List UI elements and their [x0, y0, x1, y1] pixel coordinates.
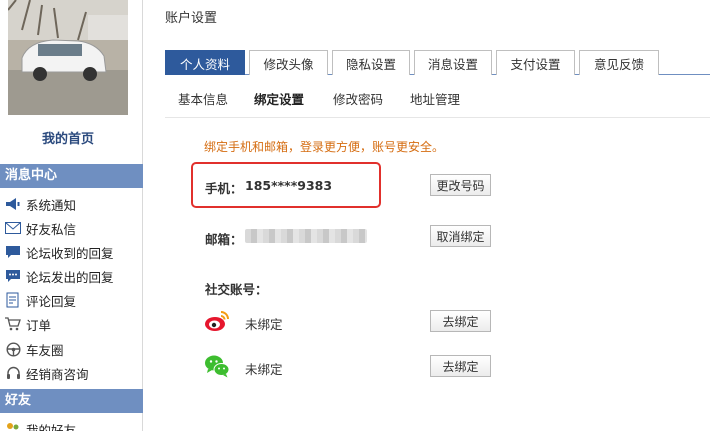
- sidebar-item-orders[interactable]: 订单: [4, 313, 51, 335]
- avatar[interactable]: [8, 0, 128, 115]
- tab-profile[interactable]: 个人资料: [165, 50, 245, 75]
- sidebar-item-label: 评论回复: [26, 293, 77, 309]
- sidebar-item-label: 好友私信: [26, 221, 77, 237]
- social-accounts-label: 社交账号：: [205, 282, 268, 297]
- email-label: 邮箱：: [205, 232, 243, 247]
- sidebar-item-label: 订单: [26, 317, 52, 333]
- wechat-icon: [204, 353, 230, 379]
- cart-icon: [4, 315, 22, 333]
- subtab-binding[interactable]: 绑定设置: [254, 89, 304, 108]
- page-title: 账户设置: [165, 11, 218, 26]
- tab-message-settings[interactable]: 消息设置: [414, 50, 492, 75]
- weibo-status: 未绑定: [245, 317, 283, 332]
- sidebar-item-private-message[interactable]: 好友私信: [4, 217, 76, 239]
- subtab-address[interactable]: 地址管理: [410, 89, 460, 108]
- binding-notice: 绑定手机和邮箱，登录更方便，账号更安全。: [204, 140, 445, 154]
- sidebar-item-dealer-inquiry[interactable]: 经销商咨询: [4, 362, 89, 384]
- tab-privacy[interactable]: 隐私设置: [332, 50, 410, 75]
- bind-weibo-button[interactable]: 去绑定: [430, 310, 491, 332]
- friends-icon: [4, 420, 22, 431]
- sidebar-item-my-friends[interactable]: 我的好友: [4, 418, 76, 431]
- change-phone-button[interactable]: 更改号码: [430, 174, 491, 196]
- phone-label: 手机：: [205, 181, 243, 196]
- envelope-icon: [4, 219, 22, 237]
- email-value-blurred: [245, 229, 367, 243]
- sidebar-item-label: 系统通知: [26, 197, 77, 213]
- subtab-change-password[interactable]: 修改密码: [333, 89, 383, 108]
- steering-wheel-icon: [4, 340, 22, 358]
- sidebar: 我的首页 消息中心 系统通知 好友私信 论坛收到的回复 论坛发出的回复 评论回复: [0, 0, 143, 431]
- bind-wechat-button[interactable]: 去绑定: [430, 355, 491, 377]
- subtab-basic-info[interactable]: 基本信息: [178, 89, 228, 108]
- sidebar-item-forum-received[interactable]: 论坛收到的回复: [4, 241, 114, 263]
- edit-icon: [4, 291, 22, 309]
- megaphone-icon: [4, 195, 22, 213]
- sidebar-item-label: 我的好友: [26, 422, 77, 431]
- friends-header: 好友: [0, 389, 143, 413]
- message-center-header: 消息中心: [0, 164, 143, 188]
- headset-icon: [4, 364, 22, 382]
- chat-in-icon: [4, 243, 22, 261]
- tab-payment[interactable]: 支付设置: [496, 50, 575, 75]
- sidebar-item-system-notice[interactable]: 系统通知: [4, 193, 76, 215]
- profile-subtabs: 基本信息 绑定设置 修改密码 地址管理: [165, 76, 710, 118]
- sidebar-item-label: 论坛收到的回复: [26, 245, 114, 261]
- sidebar-item-label: 车友圈: [26, 342, 64, 358]
- sidebar-item-car-circle[interactable]: 车友圈: [4, 338, 64, 360]
- sidebar-item-forum-sent[interactable]: 论坛发出的回复: [4, 265, 114, 287]
- tab-change-avatar[interactable]: 修改头像: [249, 50, 328, 75]
- weibo-icon: [204, 308, 230, 334]
- homepage-link[interactable]: 我的首页: [0, 128, 136, 147]
- tab-feedback[interactable]: 意见反馈: [579, 50, 659, 75]
- sidebar-item-label: 经销商咨询: [26, 366, 89, 382]
- chat-out-icon: [4, 267, 22, 285]
- sidebar-item-label: 论坛发出的回复: [26, 269, 114, 285]
- avatar-photo-icon: [8, 0, 128, 115]
- wechat-status: 未绑定: [245, 362, 283, 377]
- settings-tabs: 个人资料 修改头像 隐私设置 消息设置 支付设置 意见反馈: [165, 50, 710, 75]
- phone-value: 185****9383: [245, 178, 333, 193]
- sidebar-item-comment-reply[interactable]: 评论回复: [4, 289, 76, 311]
- unbind-email-button[interactable]: 取消绑定: [430, 225, 491, 247]
